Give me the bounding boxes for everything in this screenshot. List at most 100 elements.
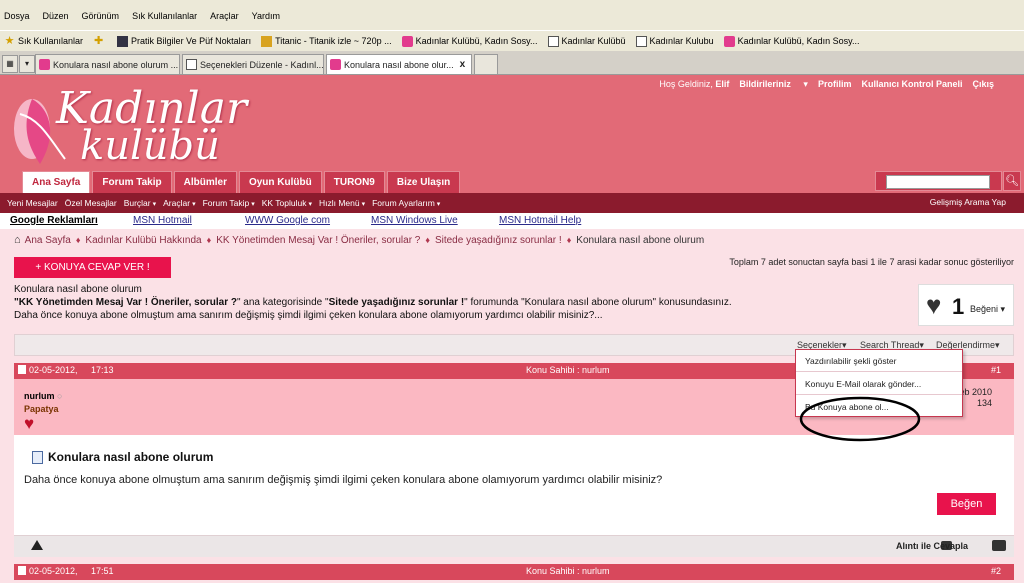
tab-list-button[interactable]: ▾ — [19, 55, 35, 73]
breadcrumb-category[interactable]: KK Yönetimden Mesaj Var ! Öneriler, soru… — [216, 235, 420, 246]
heart-icon: ♥ — [926, 290, 942, 320]
paging-info: Toplam 7 adet sonuctan sayfa basi 1 ile … — [729, 257, 1014, 267]
sub-nav: Yeni Mesajlar Özel Mesajlar Burçlar ▾ Ara… — [0, 193, 1024, 213]
tab-1[interactable]: Konulara nasıl abone olurum ... — [35, 54, 180, 74]
bookmark-pratik-bilgiler[interactable]: Pratik Bilgiler Ve Püf Noktaları — [117, 35, 251, 47]
subnav-tools[interactable]: Araçlar ▾ — [163, 198, 195, 208]
like-count: 1 — [952, 294, 965, 319]
bookmark-kk-sosyal-2[interactable]: Kadınlar Kulübü, Kadın Sosy... — [723, 35, 860, 47]
breadcrumb-separator-icon: ♦ — [75, 235, 81, 245]
breadcrumb-forum[interactable]: Sitede yaşadığınız sorunlar ! — [435, 235, 562, 246]
nav-tab-game-club[interactable]: Oyun Kulübü — [238, 171, 322, 193]
search-input[interactable] — [886, 175, 990, 189]
quick-tabs-button[interactable]: ▦ — [2, 55, 18, 73]
post-title: Konulara nasıl abone olurum — [32, 450, 213, 464]
ads-title: Google Reklamları — [10, 215, 98, 226]
chevron-down-icon: ▾ — [308, 201, 312, 208]
star-icon: ★ — [4, 34, 15, 47]
nav-tab-turon9[interactable]: TURON9 — [323, 171, 385, 193]
nav-tab-home[interactable]: Ana Sayfa — [22, 171, 91, 193]
bookmark-kk-sosyal-1[interactable]: Kadınlar Kulübü, Kadın Sosy... — [401, 35, 538, 47]
bookmark-titanic[interactable]: Titanic - Titanik izle ~ 720p ... — [261, 35, 392, 47]
logout-link[interactable]: Çıkış — [972, 79, 994, 90]
menu-tools[interactable]: Araçlar — [210, 11, 239, 21]
control-panel-link[interactable]: Kullanıcı Kontrol Paneli — [861, 79, 962, 90]
page-icon — [186, 59, 197, 70]
advanced-search-link[interactable]: Gelişmiş Arama Yap — [930, 197, 1006, 207]
ad-link-4[interactable]: MSN Hotmail Help — [499, 215, 581, 226]
breadcrumb-home[interactable]: Ana Sayfa — [25, 235, 71, 246]
post-body: Konulara nasıl abone olurum Daha önce ko… — [14, 435, 1014, 535]
breadcrumb-separator-icon: ♦ — [425, 235, 430, 245]
page-icon — [547, 35, 559, 47]
thread-title-line: Konulara nasıl abone olurum — [14, 284, 142, 295]
menu-item-email-thread[interactable]: Konuyu E-Mail olarak gönder... — [796, 373, 962, 395]
main-nav: Ana Sayfa Forum Takip Albümler Oyun Kulü… — [22, 171, 462, 193]
page-icon — [635, 35, 647, 47]
post-time: 17:13 — [91, 365, 114, 375]
site-icon — [117, 35, 129, 47]
search-box — [875, 171, 1002, 191]
subnav-forum-follow[interactable]: Forum Takip ▾ — [203, 198, 255, 208]
breadcrumb-separator-icon: ♦ — [566, 235, 572, 245]
search-icon[interactable]: 🔍︎ — [1003, 171, 1021, 191]
nav-tab-albums[interactable]: Albümler — [173, 171, 237, 193]
menu-favorites[interactable]: Sık Kullanılanlar — [132, 11, 197, 21]
ad-link-1[interactable]: MSN Hotmail — [133, 215, 192, 226]
notifications-link[interactable]: Bildirileriniz ▾ — [739, 79, 808, 90]
menu-file[interactable]: Dosya — [4, 11, 30, 21]
home-icon[interactable]: ⌂ — [14, 234, 21, 246]
subnav-horoscopes[interactable]: Burçlar ▾ — [124, 198, 156, 208]
ad-link-2[interactable]: WWW Google com — [245, 215, 330, 226]
add-favorite-button[interactable]: ✚ — [93, 35, 107, 47]
post-number[interactable]: #2 — [991, 566, 1001, 576]
subnav-forum-settings[interactable]: Forum Ayarlarım ▾ — [372, 198, 440, 208]
breadcrumb-current: Konulara nasıl abone olurum — [576, 234, 705, 246]
username-link[interactable]: Elif — [715, 79, 729, 89]
subnav-quick-menu[interactable]: Hızlı Menü ▾ — [319, 198, 365, 208]
ad-link-3[interactable]: MSN Windows Live — [371, 215, 458, 226]
tab-2[interactable]: Seçenekleri Düzenle - Kadınl... — [182, 54, 324, 74]
site-logo[interactable]: Kadınlar kulübü — [8, 81, 247, 181]
breadcrumb: ⌂ Ana Sayfa ♦ Kadınlar Kulübü Hakkında ♦… — [14, 234, 704, 246]
subnav-community[interactable]: KK Topluluk ▾ — [262, 198, 312, 208]
tab-3-active[interactable]: Konulara nasıl abone olur... x — [326, 54, 472, 74]
post-number[interactable]: #1 — [991, 365, 1001, 375]
like-post-button[interactable]: Beğen — [937, 493, 996, 515]
quote-reply-button[interactable]: Alıntı ile Cevapla — [896, 541, 968, 551]
subnav-new-messages[interactable]: Yeni Mesajlar — [7, 198, 58, 208]
profile-link[interactable]: Profilim — [818, 79, 852, 90]
menu-item-printable[interactable]: Yazdırılabilir şekli göster — [796, 350, 962, 372]
menu-help[interactable]: Yardım — [252, 11, 280, 21]
bookmark-kk-1[interactable]: Kadınlar Kulübü — [547, 35, 626, 47]
subnav-private-messages[interactable]: Özel Mesajlar — [65, 198, 117, 208]
site-header: Kadınlar kulübü Hoş Geldiniz, Elif Bildi… — [0, 75, 1024, 193]
breadcrumb-about[interactable]: Kadınlar Kulübü Hakkında — [85, 235, 201, 246]
highlight-oval-annotation — [799, 396, 921, 442]
thread-like-box[interactable]: ♥ 1 Beğeni ▾ — [918, 284, 1014, 326]
user-rank-heart-icon: ♥ — [24, 414, 35, 433]
reply-thread-button[interactable]: + KONUYA CEVAP VER ! — [14, 257, 171, 278]
nav-tab-forum-follow[interactable]: Forum Takip — [92, 171, 172, 193]
post-icon — [18, 365, 26, 374]
new-tab-button[interactable] — [474, 54, 498, 74]
browser-menubar: Dosya Düzen Görünüm Sık Kullanılanlar Ar… — [0, 0, 1024, 30]
chevron-down-icon: ▾ — [152, 201, 157, 208]
menu-edit[interactable]: Düzen — [43, 11, 69, 21]
category-name: KK Yönetimden Mesaj Var ! Öneriler, soru… — [18, 297, 237, 308]
forum-name: Sitede yaşadığınız sorunlar ! — [328, 297, 465, 308]
post-icon — [18, 566, 26, 575]
close-tab-icon[interactable]: x — [460, 59, 466, 70]
bookmark-kk-2[interactable]: Kadınlar Kulubu — [635, 35, 714, 47]
favorites-bar: ★ Sık Kullanılanlar ✚ Pratik Bilgiler Ve … — [0, 30, 1024, 51]
main-content: ⌂ Ana Sayfa ♦ Kadınlar Kulübü Hakkında ♦… — [0, 229, 1024, 583]
multiquote-icon[interactable] — [992, 540, 1006, 551]
menu-view[interactable]: Görünüm — [82, 11, 120, 21]
post-username[interactable]: nurlum ○ — [24, 391, 62, 401]
nav-tab-contact[interactable]: Bize Ulaşın — [386, 171, 461, 193]
like-label: Beğeni ▾ — [970, 304, 1006, 314]
offline-status-icon: ○ — [57, 391, 63, 401]
favorites-button[interactable]: ★ Sık Kullanılanlar — [4, 34, 83, 47]
document-icon — [32, 450, 43, 464]
report-warning-icon[interactable] — [31, 540, 43, 550]
